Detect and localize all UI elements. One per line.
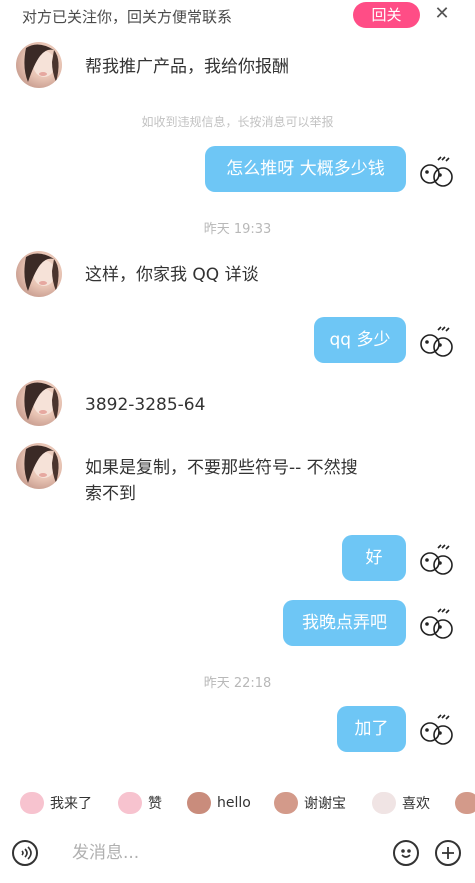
- close-icon[interactable]: ✕: [432, 3, 452, 25]
- quick-reply-label: 赞: [148, 796, 162, 812]
- self-avatar[interactable]: [416, 710, 456, 750]
- message-text[interactable]: 3892-3285-64: [85, 392, 205, 418]
- plus-icon[interactable]: [435, 840, 461, 866]
- message-text-line[interactable]: 如果是复制，不要那些符号-- 不然搜: [85, 455, 358, 481]
- contact-avatar[interactable]: [16, 42, 62, 88]
- message-input[interactable]: [68, 840, 376, 866]
- self-avatar[interactable]: [416, 604, 456, 644]
- follow-notice-bar: 对方已关注你，回关方便常联系 回关 ✕: [0, 0, 475, 30]
- message-input-bar: [0, 830, 475, 876]
- message-bubble-self[interactable]: 我晚点弄吧: [283, 600, 406, 646]
- message-bubble-self[interactable]: 加了: [337, 706, 406, 752]
- contact-avatar[interactable]: [16, 380, 62, 426]
- follow-notice-text: 对方已关注你，回关方便常联系: [22, 8, 233, 26]
- quick-reply-label: 喜欢: [402, 796, 430, 812]
- quick-reply-item[interactable]: hello: [187, 790, 251, 816]
- quick-reply-label: hello: [217, 795, 251, 811]
- message-text[interactable]: 帮我推广产品，我给你报酬: [85, 54, 289, 80]
- message-bubble-self[interactable]: 怎么推呀 大概多少钱: [205, 146, 406, 192]
- report-hint: 如收到违规信息，长按消息可以举报: [141, 115, 334, 129]
- monkey-sticker-icon: [455, 792, 475, 814]
- rabbit-sticker-icon: [372, 792, 396, 814]
- quick-reply-item[interactable]: [455, 790, 475, 816]
- contact-avatar[interactable]: [16, 251, 62, 297]
- self-avatar[interactable]: [416, 540, 456, 580]
- self-avatar[interactable]: [416, 322, 456, 362]
- quick-reply-label: 谢谢宝: [304, 796, 346, 812]
- quick-reply-item[interactable]: 我来了: [20, 790, 92, 816]
- self-avatar[interactable]: [416, 152, 456, 192]
- voice-icon[interactable]: [12, 840, 38, 866]
- message-bubble-self[interactable]: 好: [342, 535, 406, 581]
- contact-avatar[interactable]: [16, 443, 62, 489]
- pig-sticker-icon: [118, 792, 142, 814]
- timestamp: 昨天 19:33: [203, 222, 272, 237]
- monkey-sticker-icon: [274, 792, 298, 814]
- message-bubble-self[interactable]: qq 多少: [314, 317, 406, 363]
- emoji-icon[interactable]: [393, 840, 419, 866]
- message-text-line[interactable]: 索不到: [85, 481, 136, 507]
- message-text[interactable]: 这样，你家我 QQ 详谈: [85, 262, 259, 288]
- monkey-sticker-icon: [187, 792, 211, 814]
- quick-reply-item[interactable]: 喜欢: [372, 790, 430, 816]
- quick-reply-strip: 我来了 赞 hello 谢谢宝 喜欢: [0, 785, 475, 821]
- quick-reply-item[interactable]: 赞: [118, 790, 162, 816]
- pig-sticker-icon: [20, 792, 44, 814]
- follow-back-button[interactable]: 回关: [353, 2, 420, 28]
- quick-reply-item[interactable]: 谢谢宝: [274, 790, 346, 816]
- quick-reply-label: 我来了: [50, 796, 92, 812]
- timestamp: 昨天 22:18: [203, 676, 272, 691]
